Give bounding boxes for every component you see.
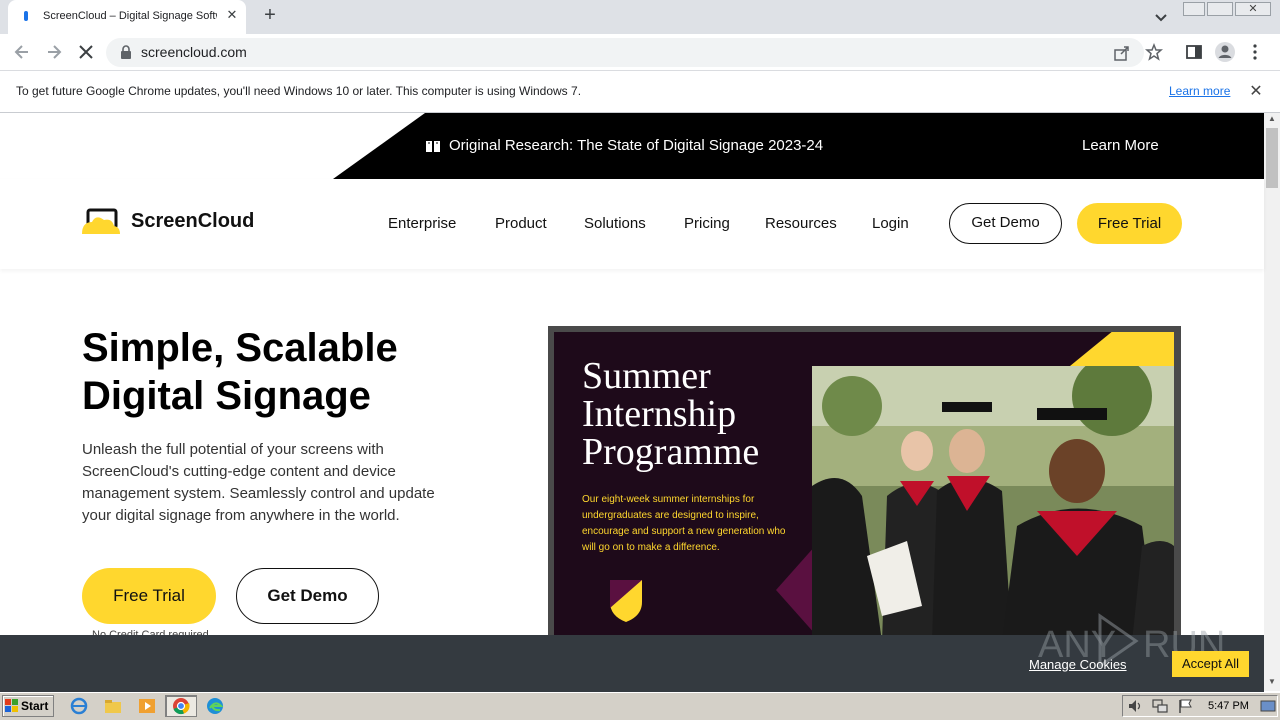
shield-logo-icon bbox=[610, 580, 642, 622]
chevron-down-icon[interactable] bbox=[1152, 8, 1170, 26]
system-tray bbox=[1122, 695, 1278, 717]
loading-icon bbox=[24, 11, 28, 21]
stop-loading-icon[interactable] bbox=[76, 41, 96, 63]
header-free-trial-button[interactable]: Free Trial bbox=[1077, 203, 1182, 244]
internet-explorer-icon[interactable] bbox=[70, 697, 88, 715]
accept-all-cookies-button[interactable]: Accept All bbox=[1172, 651, 1249, 677]
back-arrow-icon[interactable] bbox=[12, 41, 32, 63]
action-center-flag-icon[interactable] bbox=[1178, 699, 1194, 713]
network-icon[interactable] bbox=[1152, 699, 1168, 713]
page-scrollbar[interactable] bbox=[1264, 113, 1280, 691]
infobar-message: To get future Google Chrome updates, you… bbox=[16, 84, 582, 98]
scroll-down-icon[interactable]: ▼ bbox=[1264, 677, 1280, 691]
screencloud-logo-text[interactable]: ScreenCloud bbox=[131, 210, 254, 233]
slide-text: Our eight-week summer internships for un… bbox=[582, 494, 786, 553]
window-close-button[interactable]: ✕ bbox=[1235, 2, 1271, 16]
infobar-learn-more-link[interactable]: Learn more bbox=[1169, 84, 1230, 98]
nav-enterprise[interactable]: Enterprise bbox=[388, 215, 456, 232]
nav-pricing[interactable]: Pricing bbox=[684, 215, 730, 232]
show-desktop-icon[interactable] bbox=[1260, 699, 1276, 713]
screencloud-logo-icon[interactable] bbox=[82, 208, 120, 234]
infobar-close-icon[interactable]: ✕ bbox=[1248, 81, 1264, 101]
nav-resources[interactable]: Resources bbox=[765, 215, 837, 232]
more-menu-icon[interactable] bbox=[1246, 43, 1264, 61]
hero-title: Simple, Scalable Digital Signage bbox=[82, 326, 398, 418]
share-icon[interactable] bbox=[1113, 44, 1131, 62]
address-bar[interactable] bbox=[106, 38, 1144, 67]
window-minimize-button[interactable] bbox=[1183, 2, 1205, 16]
hero-free-trial-button[interactable]: Free Trial bbox=[82, 568, 216, 624]
volume-icon[interactable] bbox=[1128, 699, 1144, 713]
graduates-photo bbox=[812, 366, 1174, 642]
nav-solutions[interactable]: Solutions bbox=[584, 215, 646, 232]
media-player-icon[interactable] bbox=[138, 697, 156, 715]
edge-icon[interactable] bbox=[206, 697, 224, 715]
announcement-text[interactable]: Original Research: The State of Digital … bbox=[449, 137, 823, 154]
scrollbar-thumb[interactable] bbox=[1266, 128, 1278, 188]
nav-login[interactable]: Login bbox=[872, 215, 909, 232]
manage-cookies-link[interactable]: Manage Cookies bbox=[1029, 657, 1127, 672]
header-get-demo-button[interactable]: Get Demo bbox=[949, 203, 1062, 244]
forward-arrow-icon[interactable] bbox=[44, 41, 64, 63]
nav-product[interactable]: Product bbox=[495, 215, 547, 232]
taskbar-clock[interactable]: 5:47 PM bbox=[1208, 700, 1249, 712]
slide-title: Summer Internship Programme bbox=[582, 355, 760, 473]
window-restore-button[interactable] bbox=[1207, 2, 1233, 16]
file-explorer-icon[interactable] bbox=[104, 697, 122, 715]
tab-title: ScreenCloud – Digital Signage Softw bbox=[43, 10, 217, 22]
bookmark-star-icon[interactable] bbox=[1145, 43, 1163, 61]
hero-description: Unleash the full potential of your scree… bbox=[82, 441, 435, 524]
book-icon bbox=[426, 141, 440, 152]
tab-close-icon[interactable]: ✕ bbox=[224, 7, 240, 25]
windows-logo-icon bbox=[5, 699, 18, 712]
url-text[interactable]: screencloud.com bbox=[141, 44, 247, 60]
side-panel-icon[interactable] bbox=[1185, 43, 1203, 61]
profile-avatar-icon[interactable] bbox=[1214, 41, 1236, 63]
lock-icon[interactable] bbox=[120, 45, 132, 59]
new-tab-button[interactable]: + bbox=[260, 4, 280, 28]
chrome-icon[interactable] bbox=[172, 697, 190, 715]
hero-get-demo-button[interactable]: Get Demo bbox=[236, 568, 379, 624]
announcement-learn-more-link[interactable]: Learn More bbox=[1082, 137, 1159, 154]
slide-purple-accent bbox=[776, 545, 816, 635]
scroll-up-icon[interactable]: ▲ bbox=[1264, 114, 1280, 128]
